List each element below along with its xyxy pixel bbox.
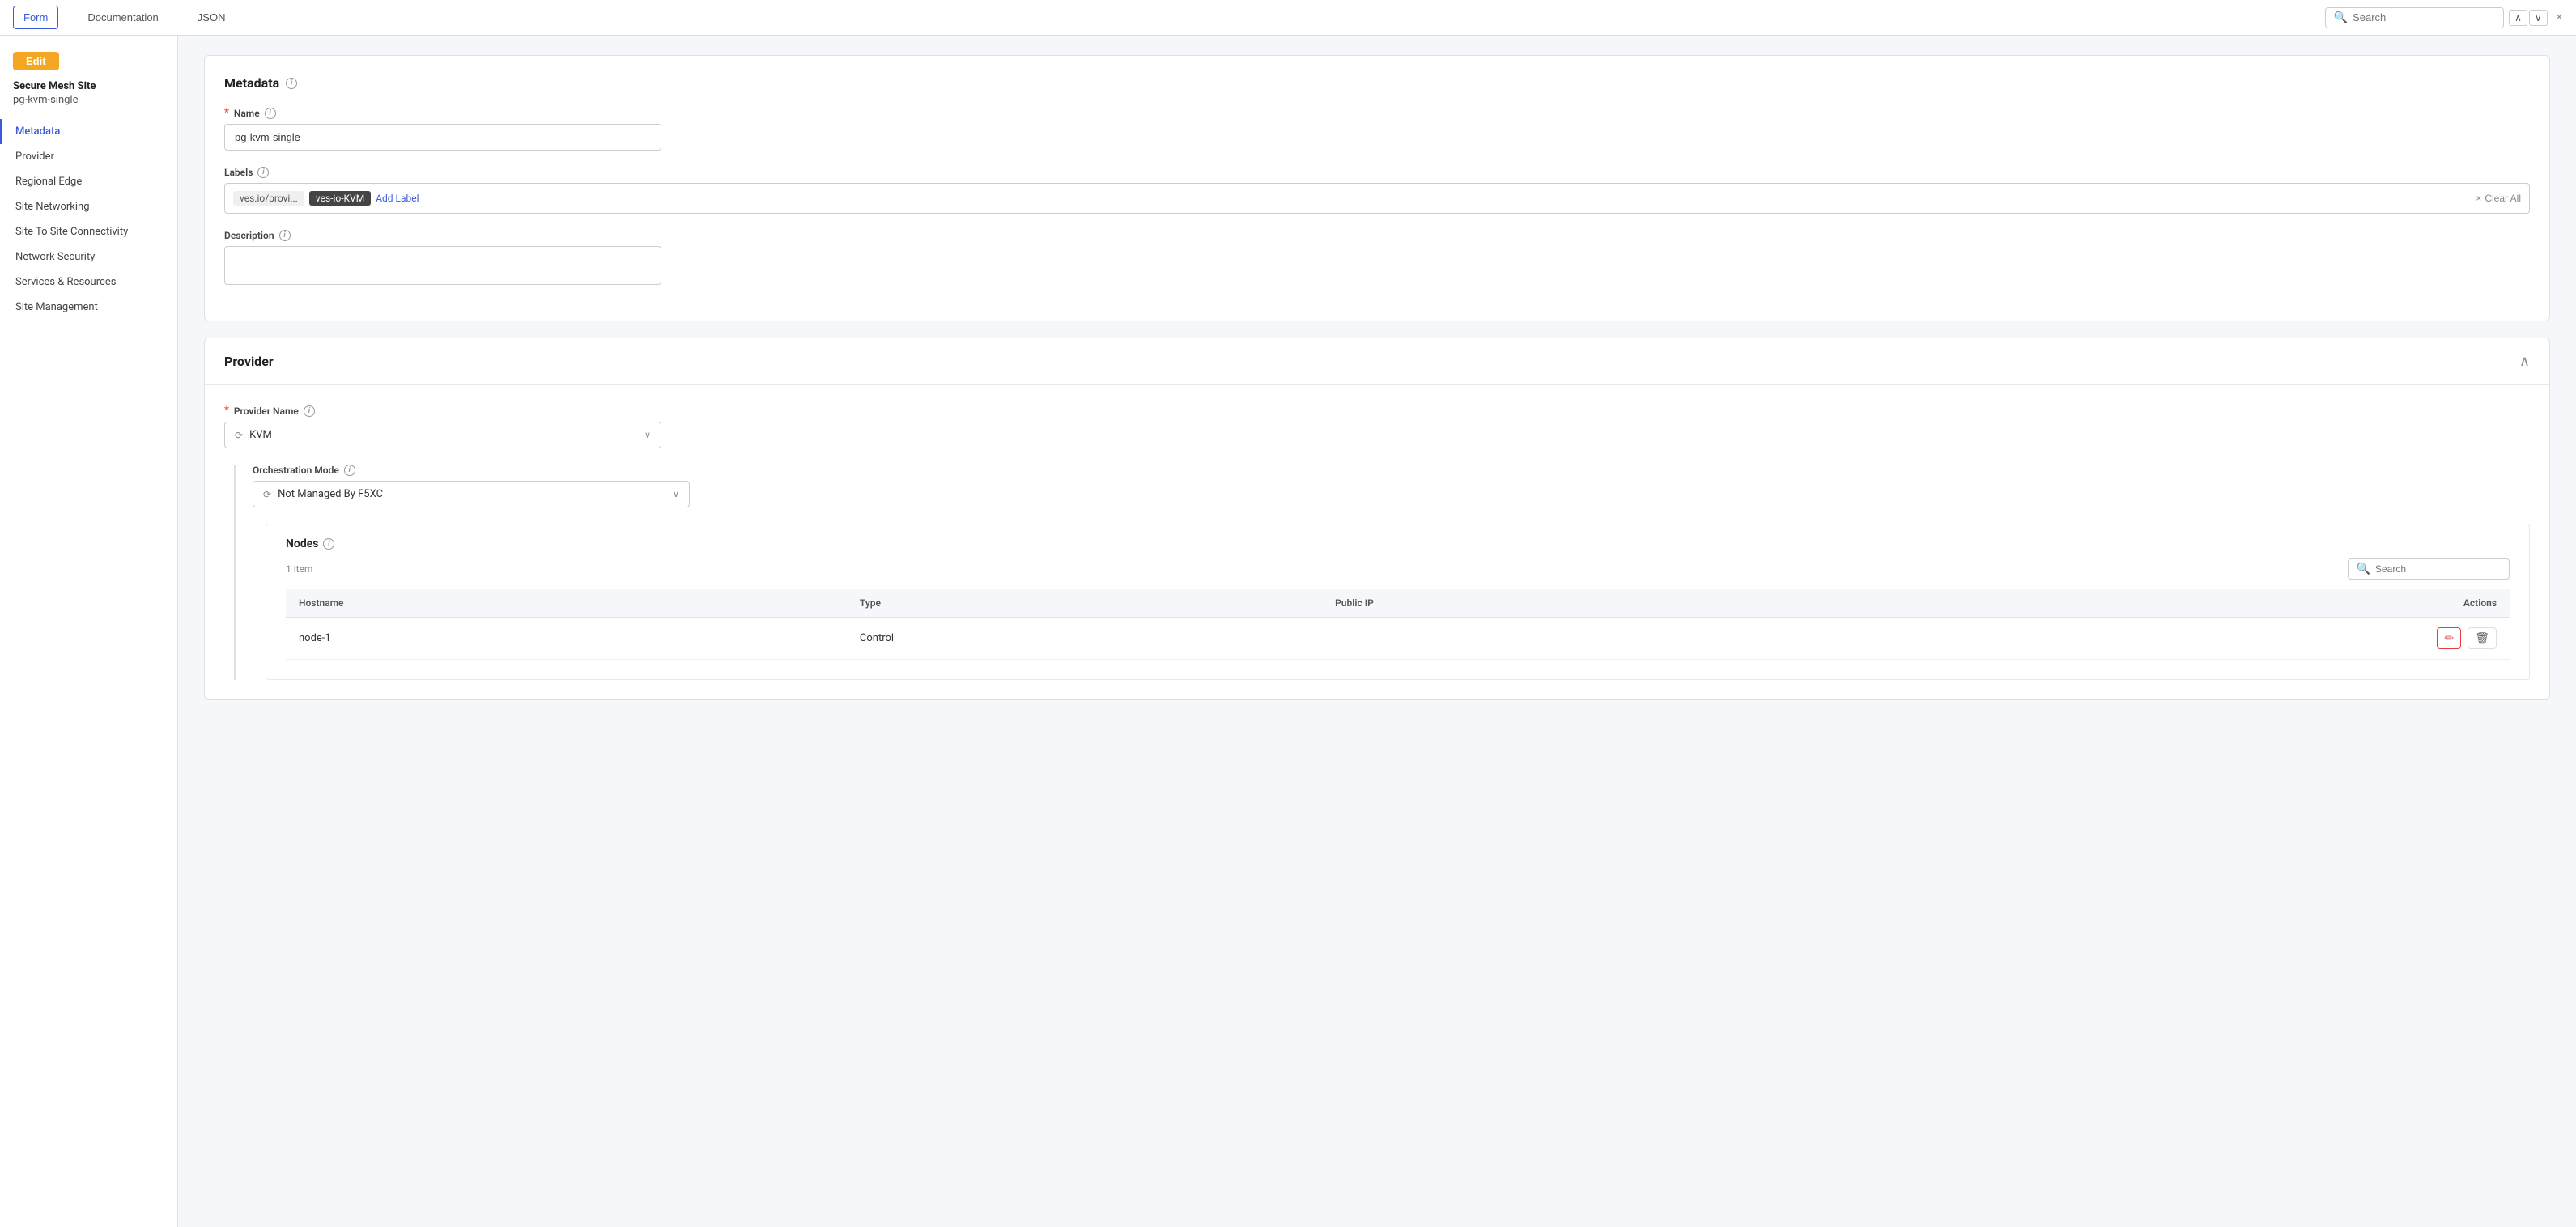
orchestration-select-icon: ⟳ [263, 489, 271, 500]
sidebar-item-site-to-site[interactable]: Site To Site Connectivity [0, 219, 177, 244]
cell-type: Control [847, 618, 1322, 660]
sidebar-site-name: pg-kvm-single [0, 94, 177, 119]
add-label-link[interactable]: Add Label [376, 193, 419, 204]
topbar-nav-buttons: ∧ ∨ [2509, 10, 2548, 26]
label-tag-1: ves.io/provi... [233, 191, 304, 206]
nodes-search[interactable]: 🔍 [2348, 558, 2510, 580]
metadata-section: Metadata i * Name i Labels i [204, 55, 2550, 321]
labels-label: Labels i [224, 167, 2530, 178]
nodes-count: 1 item [286, 563, 312, 575]
metadata-info-icon: i [286, 78, 297, 89]
orchestration-field-group: Orchestration Mode i ⟳ Not Managed By F5… [253, 465, 2530, 507]
actions-cell: ✏ 🗑 [1847, 627, 2497, 649]
nodes-card: Nodes i 1 item 🔍 [266, 524, 2530, 680]
label-tag-2: ves-io-KVM [309, 191, 371, 206]
edit-node-button[interactable]: ✏ [2437, 627, 2461, 649]
edit-button[interactable]: Edit [13, 52, 59, 70]
table-row: node-1 Control ✏ 🗑 [286, 618, 2510, 660]
nodes-table: Hostname Type Public IP Actions node-1 [286, 589, 2510, 660]
provider-section-header: Provider ∧ [205, 338, 2549, 385]
provider-inner: Orchestration Mode i ⟳ Not Managed By F5… [234, 465, 2530, 680]
description-info-icon: i [279, 230, 291, 241]
col-public-ip: Public IP [1322, 589, 1834, 618]
orchestration-label: Orchestration Mode i [253, 465, 2530, 476]
col-actions: Actions [1834, 589, 2510, 618]
nodes-info-icon: i [323, 538, 334, 550]
topbar-search[interactable]: 🔍 [2325, 7, 2504, 28]
nodes-table-body: node-1 Control ✏ 🗑 [286, 618, 2510, 660]
nav-up-button[interactable]: ∧ [2509, 10, 2527, 26]
nodes-title: Nodes i [286, 537, 334, 550]
metadata-title: Metadata i [224, 75, 2530, 91]
nav-down-button[interactable]: ∨ [2529, 10, 2548, 26]
topbar: Form Documentation JSON 🔍 ∧ ∨ × [0, 0, 2576, 36]
tab-documentation[interactable]: Documentation [78, 6, 168, 28]
orchestration-info-icon: i [344, 465, 355, 476]
labels-field-group: Labels i ves.io/provi... ves-io-KVM Add … [224, 167, 2530, 214]
provider-name-field-group: * Provider Name i ⟳ KVM ∨ [224, 405, 2530, 448]
nodes-count-row: 1 item 🔍 [286, 558, 2510, 580]
nodes-table-header: Hostname Type Public IP Actions [286, 589, 2510, 618]
nodes-search-input[interactable] [2375, 563, 2501, 575]
sidebar-item-regional-edge[interactable]: Regional Edge [0, 169, 177, 194]
col-type: Type [847, 589, 1322, 618]
cell-actions: ✏ 🗑 [1834, 618, 2510, 660]
provider-title: Provider [224, 354, 274, 369]
provider-name-info-icon: i [304, 405, 315, 417]
search-input[interactable] [2353, 11, 2495, 23]
search-icon: 🔍 [2334, 11, 2348, 24]
sidebar-item-provider[interactable]: Provider [0, 144, 177, 169]
tab-json[interactable]: JSON [188, 6, 236, 28]
close-button[interactable]: × [2556, 11, 2563, 25]
sidebar-item-site-management[interactable]: Site Management [0, 295, 177, 320]
sidebar-nav: Metadata Provider Regional Edge Site Net… [0, 119, 177, 320]
nodes-section: Nodes i 1 item 🔍 [266, 524, 2529, 679]
sidebar-item-services-resources[interactable]: Services & Resources [0, 270, 177, 295]
clear-all-button[interactable]: × Clear All [2476, 193, 2521, 204]
tab-form[interactable]: Form [13, 6, 58, 29]
sidebar-item-metadata[interactable]: Metadata [0, 119, 177, 144]
name-info-icon: i [265, 108, 276, 119]
col-hostname: Hostname [286, 589, 847, 618]
provider-name-select[interactable]: ⟳ KVM ∨ [224, 422, 661, 448]
delete-node-button[interactable]: 🗑 [2468, 627, 2497, 649]
labels-info-icon: i [257, 167, 269, 178]
orchestration-chevron-icon: ∨ [673, 489, 679, 499]
cell-public-ip [1322, 618, 1834, 660]
provider-section: Provider ∧ * Provider Name i ⟳ KVM [204, 338, 2550, 700]
description-input[interactable] [224, 246, 661, 285]
nodes-header: Nodes i [286, 537, 2510, 550]
provider-body: * Provider Name i ⟳ KVM ∨ [205, 385, 2549, 699]
description-label: Description i [224, 230, 2530, 241]
nodes-search-icon: 🔍 [2357, 563, 2370, 575]
main-content: Metadata i * Name i Labels i [178, 36, 2576, 1227]
cell-hostname: node-1 [286, 618, 847, 660]
orchestration-value: Not Managed By F5XC [278, 488, 383, 500]
labels-container[interactable]: ves.io/provi... ves-io-KVM Add Label × C… [224, 183, 2530, 214]
sidebar: Edit Secure Mesh Site pg-kvm-single Meta… [0, 36, 178, 1227]
chevron-down-icon: ∨ [644, 430, 651, 440]
sidebar-item-site-networking[interactable]: Site Networking [0, 194, 177, 219]
sidebar-site-type: Secure Mesh Site [0, 80, 177, 94]
name-label: * Name i [224, 107, 2530, 119]
name-input[interactable] [224, 124, 661, 151]
collapse-button[interactable]: ∧ [2519, 353, 2530, 370]
provider-name-label: * Provider Name i [224, 405, 2530, 417]
main-layout: Edit Secure Mesh Site pg-kvm-single Meta… [0, 36, 2576, 1227]
provider-select-icon: ⟳ [235, 430, 243, 441]
name-field-group: * Name i [224, 107, 2530, 151]
metadata-body: Metadata i * Name i Labels i [205, 56, 2549, 321]
sidebar-item-network-security[interactable]: Network Security [0, 244, 177, 270]
close-icon: × [2476, 193, 2481, 204]
provider-value: KVM [249, 429, 272, 441]
description-field-group: Description i [224, 230, 2530, 285]
orchestration-select[interactable]: ⟳ Not Managed By F5XC ∨ [253, 481, 690, 507]
